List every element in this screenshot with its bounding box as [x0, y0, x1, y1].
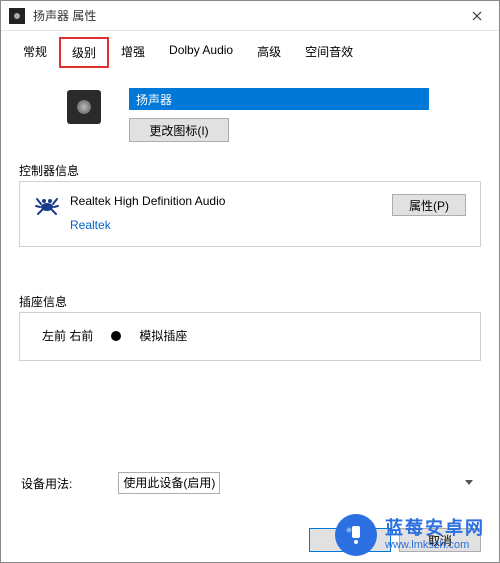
device-name-input[interactable] [129, 88, 429, 110]
tab-dolby[interactable]: Dolby Audio [157, 37, 245, 68]
tab-content: 更改图标(I) 控制器信息 Realtek High Definition Au… [1, 68, 499, 361]
close-icon [472, 11, 482, 21]
device-usage-select[interactable]: 使用此设备(启用) [118, 472, 220, 494]
device-row: 更改图标(I) [67, 88, 481, 142]
realtek-crab-icon [34, 192, 60, 218]
speaker-device-icon [67, 90, 101, 124]
close-button[interactable] [454, 1, 499, 31]
tab-spatial[interactable]: 空间音效 [293, 37, 365, 68]
controller-properties-button[interactable]: 属性(P) [392, 194, 466, 216]
controller-vendor-link[interactable]: Realtek [70, 218, 382, 232]
device-controls: 更改图标(I) [129, 88, 481, 142]
window-title: 扬声器 属性 [33, 7, 454, 24]
jack-row: 左前 右前 模拟插座 [34, 325, 466, 346]
dialog-footer: 确定 取消 [309, 528, 481, 552]
controller-box: Realtek High Definition Audio Realtek 属性… [19, 181, 481, 247]
tab-advanced[interactable]: 高级 [245, 37, 293, 68]
controller-text: Realtek High Definition Audio Realtek [70, 194, 382, 232]
controller-group: 控制器信息 Realtek High Definition Audio Real… [19, 162, 481, 247]
device-usage-label: 设备用法: [21, 475, 72, 492]
change-icon-button[interactable]: 更改图标(I) [129, 118, 229, 142]
speaker-app-icon [9, 8, 25, 24]
jack-group-label: 插座信息 [19, 293, 481, 310]
tab-enhance[interactable]: 增强 [109, 37, 157, 68]
tab-general[interactable]: 常规 [11, 37, 59, 68]
jack-color-dot [111, 331, 121, 341]
controller-name: Realtek High Definition Audio [70, 194, 382, 208]
jack-type-label: 模拟插座 [139, 327, 187, 344]
controller-group-label: 控制器信息 [19, 162, 481, 179]
device-usage-row: 设备用法: 使用此设备(启用) [21, 472, 479, 494]
jack-channel-labels: 左前 右前 [42, 327, 93, 344]
device-usage-select-wrap: 使用此设备(启用) [118, 472, 479, 494]
jack-group: 插座信息 左前 右前 模拟插座 [19, 293, 481, 361]
tab-strip: 常规 级别 增强 Dolby Audio 高级 空间音效 [1, 33, 499, 68]
ok-button[interactable]: 确定 [309, 528, 391, 552]
titlebar: 扬声器 属性 [1, 1, 499, 31]
jack-box: 左前 右前 模拟插座 [19, 312, 481, 361]
properties-window: 扬声器 属性 常规 级别 增强 Dolby Audio 高级 空间音效 更改图标… [0, 0, 500, 563]
controller-row: Realtek High Definition Audio Realtek 属性… [34, 194, 466, 232]
cancel-button[interactable]: 取消 [399, 528, 481, 552]
tab-levels[interactable]: 级别 [59, 37, 109, 68]
